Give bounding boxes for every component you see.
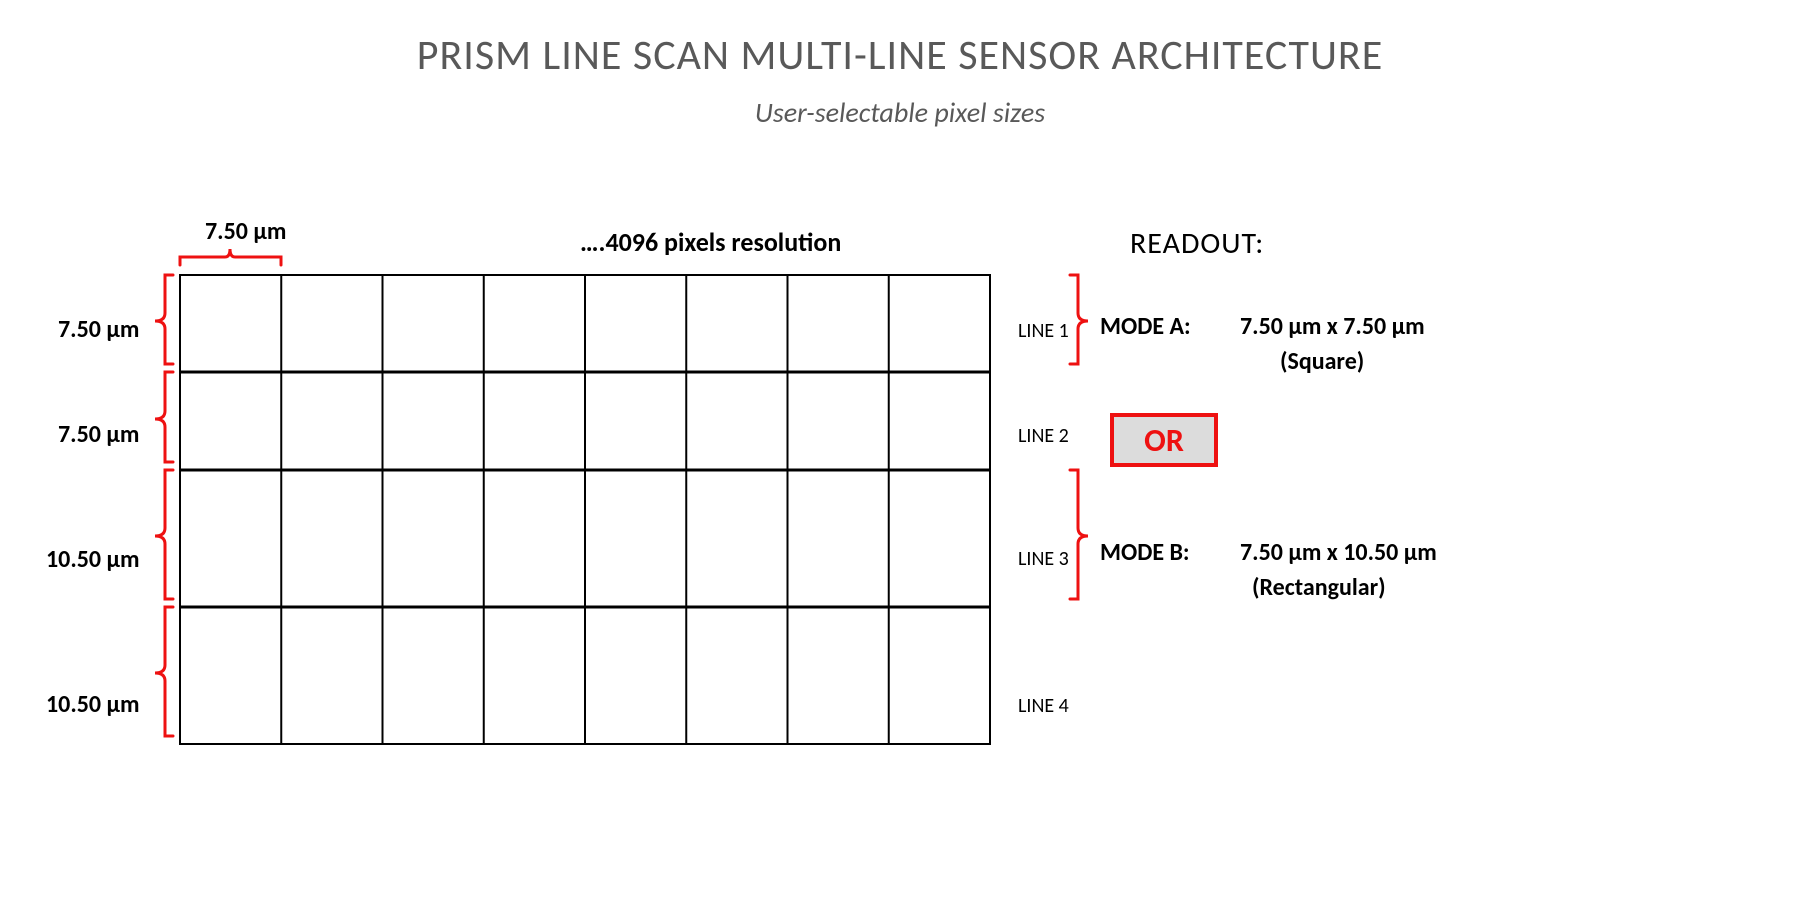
- mode-b-size: 7.50 µm x 10.50 µm: [1240, 538, 1437, 567]
- mode-a-shape: (Square): [1280, 347, 1364, 376]
- mode-a-label: MODE A:: [1100, 312, 1191, 341]
- page-title: PRISM LINE SCAN MULTI-LINE SENSOR ARCHIT…: [0, 30, 1800, 81]
- mode-b-shape: (Rectangular): [1252, 573, 1386, 602]
- sensor-diagram: [60, 222, 1090, 782]
- mode-a-size: 7.50 µm x 7.50 µm: [1240, 312, 1425, 341]
- readout-header: READOUT:: [1130, 225, 1264, 262]
- page-subtitle: User-selectable pixel sizes: [0, 95, 1800, 130]
- mode-b-label: MODE B:: [1100, 538, 1190, 567]
- or-box: OR: [1110, 413, 1218, 467]
